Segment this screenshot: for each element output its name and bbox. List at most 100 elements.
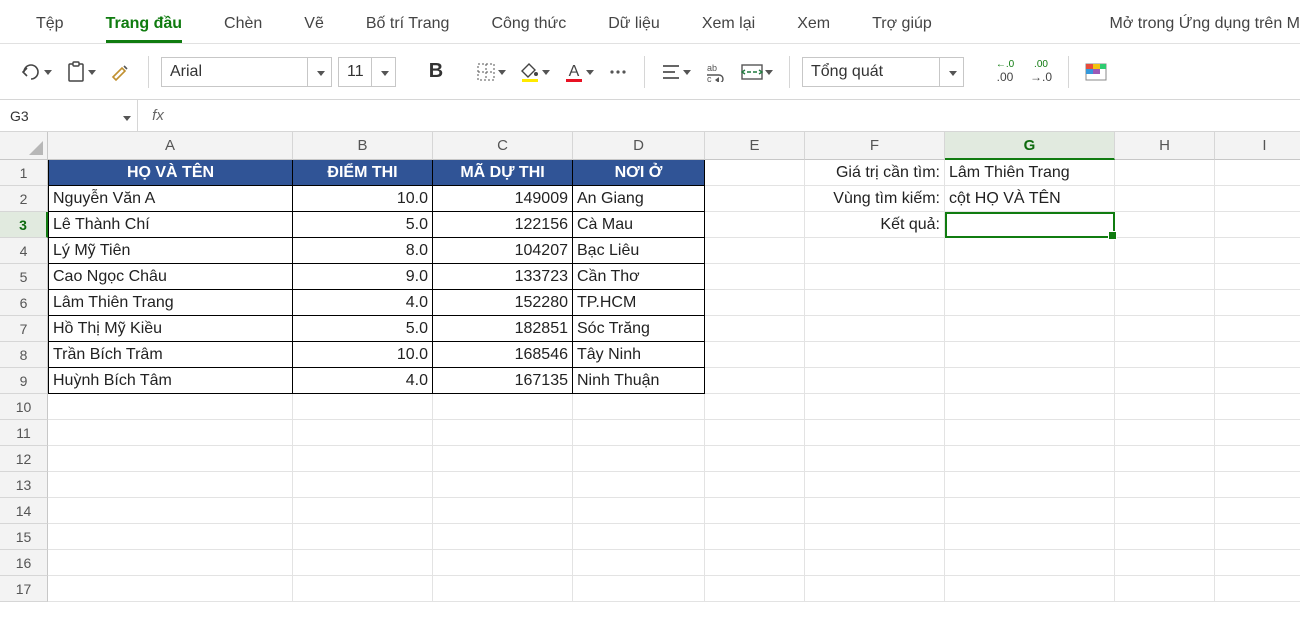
cell[interactable] <box>293 576 433 602</box>
cell[interactable] <box>1115 342 1215 368</box>
align-button[interactable] <box>657 57 695 87</box>
cell[interactable] <box>1115 446 1215 472</box>
cell[interactable] <box>1115 186 1215 212</box>
more-font-options-button[interactable] <box>604 57 632 87</box>
row-header[interactable]: 16 <box>0 550 48 576</box>
row-header[interactable]: 3 <box>0 212 48 238</box>
cell[interactable]: Sóc Trăng <box>573 316 705 342</box>
cell[interactable] <box>705 160 805 186</box>
cell[interactable] <box>705 576 805 602</box>
cell[interactable] <box>705 238 805 264</box>
cell[interactable] <box>433 550 573 576</box>
cell[interactable]: 182851 <box>433 316 573 342</box>
cell[interactable] <box>805 498 945 524</box>
cell[interactable] <box>48 472 293 498</box>
cell[interactable] <box>293 420 433 446</box>
cell[interactable] <box>1215 368 1300 394</box>
column-header[interactable]: A <box>48 132 293 160</box>
cell[interactable]: Giá trị cần tìm: <box>805 160 945 186</box>
cell[interactable]: Tây Ninh <box>573 342 705 368</box>
cell[interactable] <box>705 394 805 420</box>
cell[interactable] <box>805 576 945 602</box>
cell[interactable] <box>293 446 433 472</box>
cell[interactable] <box>433 472 573 498</box>
cell[interactable] <box>1115 576 1215 602</box>
column-header[interactable]: H <box>1115 132 1215 160</box>
cell[interactable] <box>1215 472 1300 498</box>
undo-button[interactable] <box>16 57 56 87</box>
row-header[interactable]: 4 <box>0 238 48 264</box>
fx-label[interactable]: fx <box>138 107 178 124</box>
row-header[interactable]: 2 <box>0 186 48 212</box>
cell[interactable] <box>1215 264 1300 290</box>
cell[interactable] <box>1215 212 1300 238</box>
cell[interactable]: cột HỌ VÀ TÊN <box>945 186 1115 212</box>
cell[interactable] <box>1215 446 1300 472</box>
row-header[interactable]: 8 <box>0 342 48 368</box>
cell[interactable] <box>805 264 945 290</box>
tab-insert[interactable]: Chèn <box>210 9 276 43</box>
cell[interactable] <box>705 316 805 342</box>
cell[interactable]: 122156 <box>433 212 573 238</box>
table-header[interactable]: ĐIỂM THI <box>293 160 433 186</box>
column-header[interactable]: E <box>705 132 805 160</box>
cell[interactable] <box>805 420 945 446</box>
cell[interactable]: TP.HCM <box>573 290 705 316</box>
open-in-desktop-link[interactable]: Mở trong Ứng dụng trên M <box>1096 9 1300 43</box>
cell[interactable] <box>48 420 293 446</box>
name-box[interactable]: G3 <box>0 100 138 131</box>
chevron-down-icon[interactable] <box>307 58 331 86</box>
chevron-down-icon[interactable] <box>939 58 963 86</box>
tab-page-layout[interactable]: Bố trí Trang <box>352 9 464 43</box>
cell[interactable]: Hồ Thị Mỹ Kiều <box>48 316 293 342</box>
cell[interactable] <box>705 498 805 524</box>
cell[interactable] <box>1215 238 1300 264</box>
cell[interactable]: 10.0 <box>293 342 433 368</box>
cell[interactable]: Kết quả: <box>805 212 945 238</box>
cell[interactable] <box>705 212 805 238</box>
cell[interactable] <box>705 290 805 316</box>
cell[interactable] <box>705 550 805 576</box>
cell[interactable] <box>293 524 433 550</box>
cell[interactable] <box>433 420 573 446</box>
cell[interactable] <box>573 524 705 550</box>
cell[interactable]: 5.0 <box>293 212 433 238</box>
cell[interactable] <box>945 290 1115 316</box>
cell[interactable] <box>1115 550 1215 576</box>
cell[interactable] <box>945 316 1115 342</box>
cell[interactable] <box>293 498 433 524</box>
cell[interactable]: 5.0 <box>293 316 433 342</box>
row-header[interactable]: 15 <box>0 524 48 550</box>
row-header[interactable]: 7 <box>0 316 48 342</box>
row-header[interactable]: 6 <box>0 290 48 316</box>
cell[interactable]: 152280 <box>433 290 573 316</box>
cell[interactable] <box>48 576 293 602</box>
column-header[interactable]: F <box>805 132 945 160</box>
cell[interactable] <box>1215 420 1300 446</box>
row-header[interactable]: 5 <box>0 264 48 290</box>
increase-decimal-button[interactable]: .00 →.0 <box>1026 57 1056 87</box>
cell[interactable] <box>48 446 293 472</box>
borders-button[interactable] <box>472 57 510 87</box>
cell[interactable] <box>805 290 945 316</box>
cell[interactable] <box>1215 290 1300 316</box>
cell-active[interactable] <box>945 212 1115 238</box>
cell[interactable]: An Giang <box>573 186 705 212</box>
cell[interactable]: Cần Thơ <box>573 264 705 290</box>
cell[interactable] <box>1115 420 1215 446</box>
cell[interactable]: 133723 <box>433 264 573 290</box>
table-header[interactable]: MÃ DỰ THI <box>433 160 573 186</box>
cell[interactable] <box>1115 290 1215 316</box>
row-header[interactable]: 14 <box>0 498 48 524</box>
cell[interactable] <box>1115 264 1215 290</box>
cell[interactable] <box>1215 394 1300 420</box>
cell[interactable] <box>573 446 705 472</box>
cell[interactable]: Nguyễn Văn A <box>48 186 293 212</box>
cell[interactable] <box>945 420 1115 446</box>
tab-review[interactable]: Xem lại <box>688 9 769 43</box>
cell[interactable] <box>805 394 945 420</box>
cell[interactable]: Ninh Thuận <box>573 368 705 394</box>
cell[interactable] <box>1115 238 1215 264</box>
cell[interactable] <box>1115 160 1215 186</box>
cell[interactable]: Huỳnh Bích Tâm <box>48 368 293 394</box>
